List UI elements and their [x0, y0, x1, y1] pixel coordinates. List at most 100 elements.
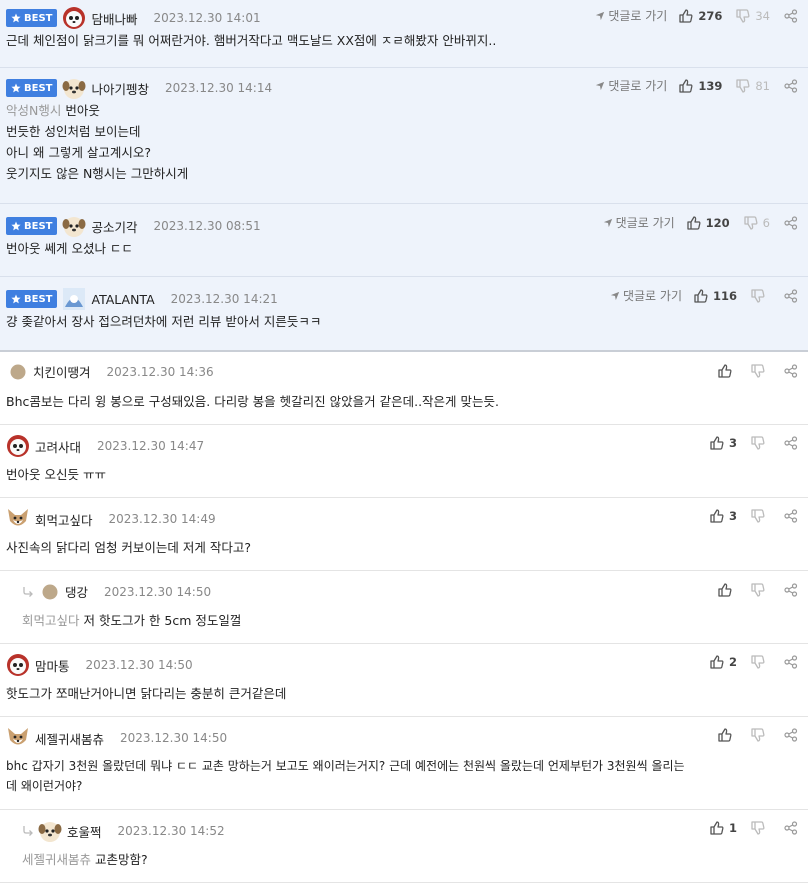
- avatar[interactable]: [10, 364, 26, 380]
- goto-comment-link[interactable]: 댓글로 가기: [603, 214, 675, 231]
- upvote-button[interactable]: 116: [694, 289, 737, 303]
- timestamp: 2023.12.30 14:14: [165, 81, 273, 95]
- avatar[interactable]: [42, 584, 58, 600]
- upvote-count: 1: [728, 821, 737, 835]
- avatar[interactable]: [62, 6, 86, 30]
- upvote-button[interactable]: [718, 728, 737, 742]
- upvote-button[interactable]: 276: [679, 9, 722, 23]
- share-button[interactable]: [784, 364, 798, 378]
- nickname[interactable]: 담배나빠: [91, 9, 137, 28]
- best-badge: BEST: [6, 79, 58, 97]
- downvote-count: 81: [755, 78, 770, 93]
- share-button[interactable]: [784, 728, 798, 742]
- avatar[interactable]: [62, 214, 86, 238]
- upvote-button[interactable]: 3: [710, 509, 737, 523]
- comment-text: 근데 체인점이 닭크기를 뭐 어쩌란거야. 햄버거작다고 맥도날드 XX점에 ㅈ…: [6, 33, 497, 48]
- nickname[interactable]: 세젤귀새봄츄: [35, 729, 104, 748]
- nickname[interactable]: 나아기펭창: [91, 79, 149, 98]
- thumbs-up-icon: [679, 79, 693, 93]
- nickname[interactable]: 호울쩍: [67, 822, 102, 841]
- share-button[interactable]: [784, 583, 798, 597]
- downvote-button[interactable]: [751, 509, 770, 523]
- avatar[interactable]: [6, 653, 30, 677]
- upvote-count: 139: [698, 78, 723, 93]
- nickname[interactable]: ATALANTA: [91, 292, 154, 307]
- comment-text: 세젤귀새봄츄 교촌망함?: [22, 852, 148, 867]
- thumbs-down-icon: [751, 364, 765, 378]
- share-button[interactable]: [784, 216, 798, 230]
- comment: BEST 공소기각 2023.12.30 08:51 댓글로 가기 120 6 …: [0, 204, 808, 277]
- nickname[interactable]: 맘마통: [35, 656, 70, 675]
- thumbs-down-icon: [751, 509, 765, 523]
- avatar[interactable]: [6, 507, 30, 531]
- share-button[interactable]: [784, 289, 798, 303]
- upvote-count: 120: [705, 215, 730, 230]
- comment-text: 걍 좆같아서 장사 접으려던차에 저런 리뷰 받아서 지른듯ㅋㅋ: [6, 314, 322, 329]
- downvote-button[interactable]: [751, 583, 770, 597]
- share-button[interactable]: [784, 655, 798, 669]
- comment: 고려사대 2023.12.30 14:47 3 번아웃 오신듯 ㅠㅠ: [0, 425, 808, 498]
- downvote-button[interactable]: 6: [744, 216, 770, 230]
- comment: 맘마통 2023.12.30 14:50 2 핫도그가 쪼매난거아니면 닭다리는…: [0, 644, 808, 717]
- share-button[interactable]: [784, 9, 798, 23]
- mention[interactable]: 악성N행시: [6, 103, 61, 118]
- avatar[interactable]: [6, 434, 30, 458]
- upvote-count: 2: [728, 655, 737, 669]
- upvote-button[interactable]: 3: [710, 436, 737, 450]
- share-button[interactable]: [784, 436, 798, 450]
- share-button[interactable]: [784, 821, 798, 835]
- nickname[interactable]: 회먹고싶다: [35, 510, 93, 529]
- downvote-button[interactable]: [751, 436, 770, 450]
- avatar[interactable]: [62, 76, 86, 100]
- star-icon: [11, 221, 21, 231]
- downvote-button[interactable]: [751, 655, 770, 669]
- reply-arrow-icon: [22, 825, 34, 837]
- avatar[interactable]: [38, 819, 62, 843]
- nickname[interactable]: 공소기각: [91, 217, 137, 236]
- downvote-button[interactable]: [751, 821, 770, 835]
- upvote-button[interactable]: [718, 583, 737, 597]
- nickname[interactable]: 치킨이땡겨: [33, 362, 91, 381]
- thumbs-down-icon: [736, 9, 750, 23]
- thumbs-down-icon: [751, 583, 765, 597]
- share-icon: [784, 436, 798, 450]
- goto-comment-link[interactable]: 댓글로 가기: [595, 7, 667, 24]
- upvote-button[interactable]: [718, 364, 737, 378]
- upvote-button[interactable]: 1: [710, 821, 737, 835]
- comment-text: 번아웃 쎄게 오셨나 ㄷㄷ: [6, 241, 133, 256]
- downvote-button[interactable]: 34: [736, 9, 770, 23]
- goto-comment-link[interactable]: 댓글로 가기: [595, 77, 667, 94]
- upvote-button[interactable]: 120: [687, 216, 730, 230]
- comment-text: 악성N행시 번아웃 번듯한 성인처럼 보이는데 아니 왜 그렇게 살고계시오? 웃…: [6, 103, 189, 181]
- comment-text: 핫도그가 쪼매난거아니면 닭다리는 충분히 큰거같은데: [6, 686, 287, 701]
- timestamp: 2023.12.30 14:36: [106, 364, 214, 379]
- mention[interactable]: 회먹고싶다: [22, 613, 80, 628]
- avatar[interactable]: [62, 287, 86, 311]
- thumbs-down-icon: [736, 79, 750, 93]
- comment: BEST ATALANTA 2023.12.30 14:21 댓글로 가기 11…: [0, 277, 808, 352]
- upvote-count: 116: [712, 288, 737, 303]
- downvote-button[interactable]: 81: [736, 79, 770, 93]
- thumbs-down-icon: [751, 655, 765, 669]
- share-button[interactable]: [784, 79, 798, 93]
- share-button[interactable]: [784, 509, 798, 523]
- avatar[interactable]: [6, 726, 30, 750]
- reply-arrow-icon: [22, 586, 34, 598]
- downvote-button[interactable]: [751, 364, 770, 378]
- goto-comment-link[interactable]: 댓글로 가기: [610, 287, 682, 304]
- downvote-button[interactable]: [751, 289, 770, 303]
- upvote-button[interactable]: 139: [679, 79, 722, 93]
- best-badge: BEST: [6, 217, 58, 235]
- downvote-button[interactable]: [751, 728, 770, 742]
- thumbs-down-icon: [751, 821, 765, 835]
- share-icon: [784, 821, 798, 835]
- nickname[interactable]: 댕강: [65, 582, 88, 601]
- timestamp: 2023.12.30 14:01: [153, 11, 261, 25]
- upvote-button[interactable]: 2: [710, 655, 737, 669]
- nickname[interactable]: 고려사대: [35, 437, 81, 456]
- comment: 회먹고싶다 2023.12.30 14:49 3 사진속의 닭다리 엄청 커보이…: [0, 498, 808, 571]
- reply-comment: 댕강 2023.12.30 14:50 회먹고싶다 저 핫도그가 한 5cm 정도…: [0, 571, 808, 644]
- mention[interactable]: 세젤귀새봄츄: [22, 852, 91, 867]
- timestamp: 2023.12.30 14:50: [120, 731, 228, 745]
- timestamp: 2023.12.30 14:49: [108, 512, 216, 526]
